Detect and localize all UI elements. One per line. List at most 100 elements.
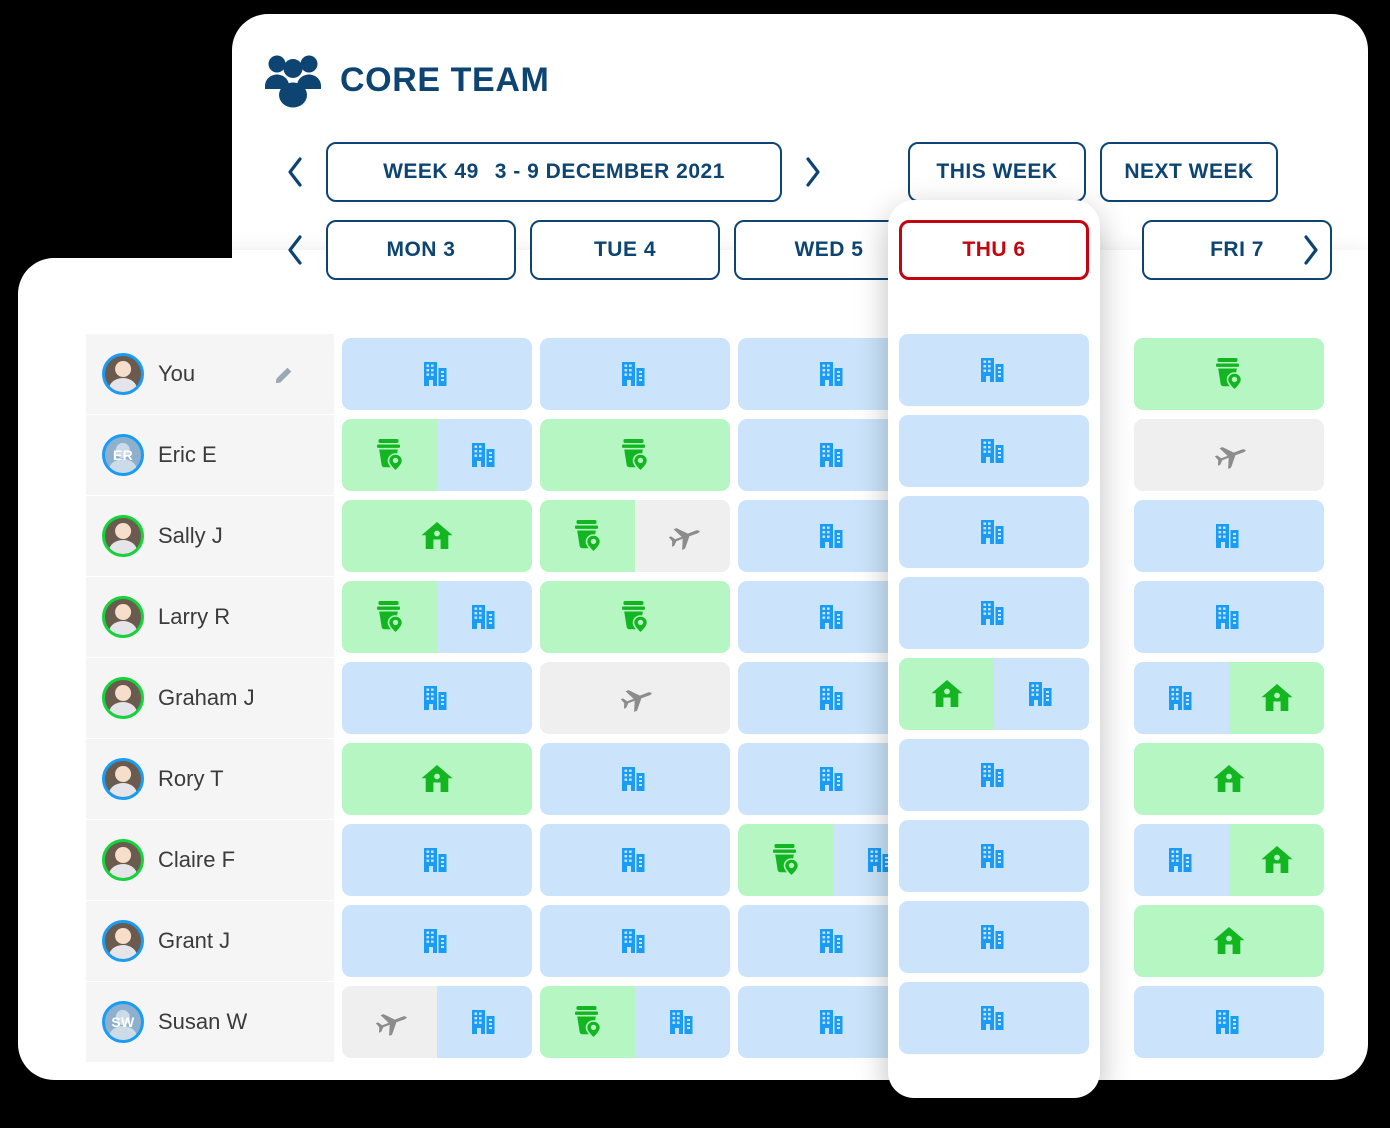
schedule-cell[interactable] bbox=[899, 334, 1089, 406]
next-week-button[interactable] bbox=[796, 142, 830, 202]
status-segment-home[interactable] bbox=[899, 658, 994, 730]
status-segment-office[interactable] bbox=[437, 419, 532, 491]
status-segment-office[interactable] bbox=[540, 338, 730, 410]
schedule-cell[interactable] bbox=[342, 986, 532, 1058]
schedule-cell[interactable] bbox=[540, 905, 730, 977]
schedule-cell[interactable] bbox=[342, 662, 532, 734]
status-segment-home[interactable] bbox=[342, 743, 532, 815]
avatar[interactable] bbox=[102, 677, 144, 719]
schedule-cell[interactable] bbox=[1134, 743, 1324, 815]
status-segment-home[interactable] bbox=[1134, 743, 1324, 815]
status-segment-travel[interactable] bbox=[1134, 419, 1324, 491]
schedule-cell[interactable] bbox=[540, 419, 730, 491]
status-segment-cafe[interactable] bbox=[342, 419, 437, 491]
status-segment-home[interactable] bbox=[1229, 662, 1324, 734]
schedule-cell[interactable] bbox=[540, 824, 730, 896]
next-day-button[interactable] bbox=[1294, 220, 1328, 280]
status-segment-office[interactable] bbox=[342, 338, 532, 410]
status-segment-office[interactable] bbox=[994, 658, 1089, 730]
person-name-cell[interactable]: SW Susan W bbox=[86, 982, 334, 1062]
day-tab-mon[interactable]: MON 3 bbox=[326, 220, 516, 280]
status-segment-office[interactable] bbox=[899, 982, 1089, 1054]
status-segment-office[interactable] bbox=[899, 577, 1089, 649]
avatar[interactable] bbox=[102, 515, 144, 557]
schedule-cell[interactable] bbox=[899, 739, 1089, 811]
status-segment-cafe[interactable] bbox=[540, 419, 730, 491]
status-segment-office[interactable] bbox=[1134, 500, 1324, 572]
person-name-cell[interactable]: Claire F bbox=[86, 820, 334, 900]
avatar[interactable] bbox=[102, 353, 144, 395]
schedule-cell[interactable] bbox=[342, 419, 532, 491]
status-segment-office[interactable] bbox=[437, 986, 532, 1058]
person-name-cell[interactable]: Larry R bbox=[86, 577, 334, 657]
status-segment-office[interactable] bbox=[1134, 662, 1229, 734]
schedule-cell[interactable] bbox=[1134, 500, 1324, 572]
schedule-cell[interactable] bbox=[899, 658, 1089, 730]
status-segment-office[interactable] bbox=[899, 496, 1089, 568]
status-segment-office[interactable] bbox=[899, 820, 1089, 892]
avatar[interactable] bbox=[102, 758, 144, 800]
schedule-cell[interactable] bbox=[342, 338, 532, 410]
schedule-cell[interactable] bbox=[342, 824, 532, 896]
prev-day-button[interactable] bbox=[278, 220, 312, 280]
person-name-cell[interactable]: ER Eric E bbox=[86, 415, 334, 495]
avatar[interactable] bbox=[102, 596, 144, 638]
schedule-cell[interactable] bbox=[540, 500, 730, 572]
this-week-button[interactable]: THIS WEEK bbox=[908, 142, 1086, 202]
status-segment-cafe[interactable] bbox=[342, 581, 437, 653]
status-segment-office[interactable] bbox=[899, 739, 1089, 811]
avatar[interactable] bbox=[102, 920, 144, 962]
person-name-cell[interactable]: You bbox=[86, 334, 334, 414]
status-segment-office[interactable] bbox=[540, 743, 730, 815]
avatar[interactable]: SW bbox=[102, 1001, 144, 1043]
status-segment-cafe[interactable] bbox=[540, 986, 635, 1058]
status-segment-office[interactable] bbox=[1134, 581, 1324, 653]
person-name-cell[interactable]: Grant J bbox=[86, 901, 334, 981]
status-segment-office[interactable] bbox=[635, 986, 730, 1058]
person-name-cell[interactable]: Rory T bbox=[86, 739, 334, 819]
schedule-cell[interactable] bbox=[899, 577, 1089, 649]
day-tab-thu[interactable]: THU 6 bbox=[899, 220, 1089, 280]
status-segment-travel[interactable] bbox=[635, 500, 730, 572]
status-segment-cafe[interactable] bbox=[540, 500, 635, 572]
schedule-cell[interactable] bbox=[899, 496, 1089, 568]
status-segment-home[interactable] bbox=[1134, 905, 1324, 977]
schedule-cell[interactable] bbox=[1134, 986, 1324, 1058]
status-segment-office[interactable] bbox=[437, 581, 532, 653]
status-segment-office[interactable] bbox=[342, 824, 532, 896]
avatar[interactable] bbox=[102, 839, 144, 881]
person-name-cell[interactable]: Sally J bbox=[86, 496, 334, 576]
person-name-cell[interactable]: Graham J bbox=[86, 658, 334, 738]
schedule-cell[interactable] bbox=[899, 982, 1089, 1054]
status-segment-travel[interactable] bbox=[540, 662, 730, 734]
status-segment-office[interactable] bbox=[540, 824, 730, 896]
next-week-button-shortcut[interactable]: NEXT WEEK bbox=[1100, 142, 1278, 202]
status-segment-cafe[interactable] bbox=[1134, 338, 1324, 410]
schedule-cell[interactable] bbox=[540, 581, 730, 653]
schedule-cell[interactable] bbox=[342, 743, 532, 815]
status-segment-office[interactable] bbox=[540, 905, 730, 977]
status-segment-cafe[interactable] bbox=[738, 824, 833, 896]
status-segment-office[interactable] bbox=[1134, 986, 1324, 1058]
schedule-cell[interactable] bbox=[1134, 338, 1324, 410]
schedule-cell[interactable] bbox=[899, 820, 1089, 892]
status-segment-office[interactable] bbox=[342, 905, 532, 977]
status-segment-cafe[interactable] bbox=[540, 581, 730, 653]
schedule-cell[interactable] bbox=[899, 415, 1089, 487]
status-segment-travel[interactable] bbox=[342, 986, 437, 1058]
schedule-cell[interactable] bbox=[1134, 419, 1324, 491]
status-segment-office[interactable] bbox=[342, 662, 532, 734]
edit-pencil-icon[interactable] bbox=[274, 364, 294, 384]
schedule-cell[interactable] bbox=[1134, 905, 1324, 977]
schedule-cell[interactable] bbox=[1134, 662, 1324, 734]
schedule-cell[interactable] bbox=[540, 743, 730, 815]
week-range-display[interactable]: WEEK 49 3 - 9 DECEMBER 2021 bbox=[326, 142, 782, 202]
status-segment-office[interactable] bbox=[899, 901, 1089, 973]
schedule-cell[interactable] bbox=[899, 901, 1089, 973]
schedule-cell[interactable] bbox=[540, 986, 730, 1058]
status-segment-office[interactable] bbox=[899, 415, 1089, 487]
schedule-cell[interactable] bbox=[342, 581, 532, 653]
schedule-cell[interactable] bbox=[1134, 824, 1324, 896]
schedule-cell[interactable] bbox=[540, 662, 730, 734]
schedule-cell[interactable] bbox=[342, 905, 532, 977]
